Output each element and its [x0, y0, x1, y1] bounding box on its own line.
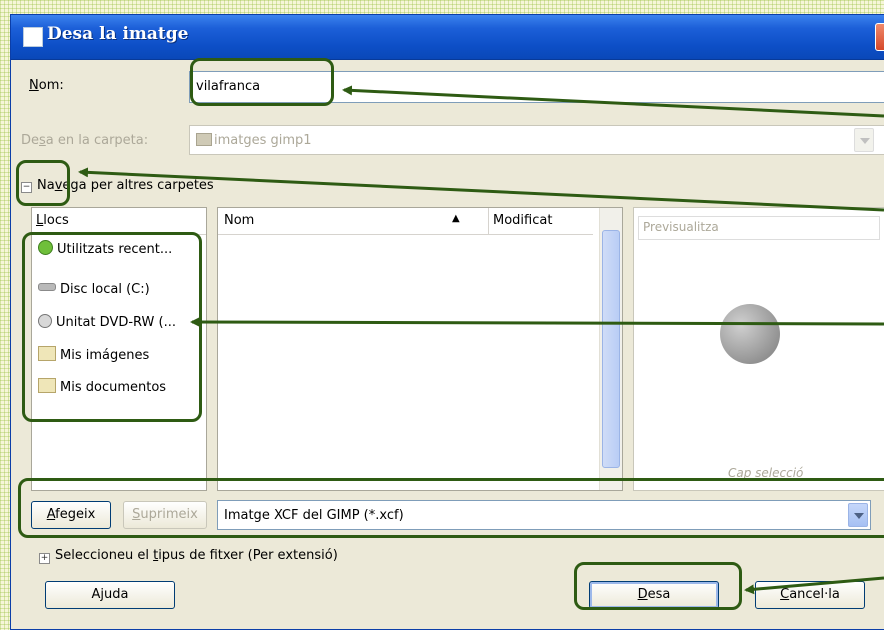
annotation-arrows: [78, 85, 884, 595]
arrow-to-expander: [78, 167, 884, 212]
arrow-to-name: [342, 85, 884, 118]
arrow-to-places: [190, 317, 884, 328]
arrow-to-save: [744, 576, 884, 595]
